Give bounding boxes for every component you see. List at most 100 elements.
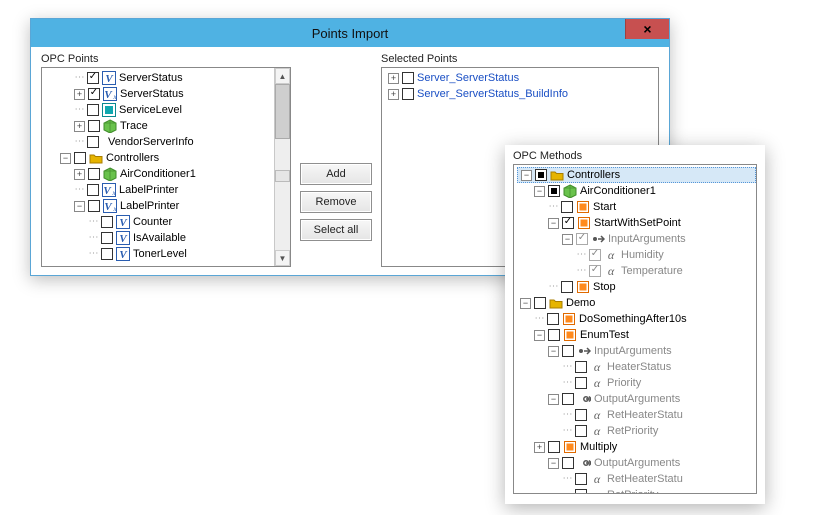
expander-icon[interactable]: −: [74, 201, 85, 212]
close-button[interactable]: ×: [625, 19, 669, 39]
checkbox[interactable]: [562, 393, 574, 405]
checkbox[interactable]: [589, 265, 601, 277]
tree-row[interactable]: ⋯ DoSomethingAfter10s: [518, 311, 756, 327]
expander-icon[interactable]: −: [548, 394, 559, 405]
expander-icon[interactable]: +: [388, 89, 399, 100]
opc-points-tree[interactable]: ⋯ ServerStatus + ServerStatus: [41, 67, 291, 267]
tree-row[interactable]: − Controllers: [517, 167, 756, 183]
checkbox[interactable]: [534, 297, 546, 309]
checkbox[interactable]: [87, 104, 99, 116]
checkbox[interactable]: [547, 313, 559, 325]
checkbox[interactable]: [575, 473, 587, 485]
expander-icon[interactable]: −: [562, 234, 573, 245]
checkbox[interactable]: [575, 489, 587, 493]
expander-icon[interactable]: −: [548, 346, 559, 357]
expander-icon[interactable]: +: [74, 169, 85, 180]
checkbox[interactable]: [101, 248, 113, 260]
tree-row[interactable]: + Server_ServerStatus: [386, 70, 658, 86]
tree-row[interactable]: ⋯ ServiceLevel: [46, 102, 274, 118]
expander-icon[interactable]: −: [534, 330, 545, 341]
expander-icon[interactable]: −: [534, 186, 545, 197]
expander-icon[interactable]: +: [74, 89, 85, 100]
checkbox[interactable]: [87, 136, 99, 148]
checkbox[interactable]: [575, 409, 587, 421]
checkbox[interactable]: [548, 329, 560, 341]
remove-button[interactable]: Remove: [300, 191, 372, 213]
tree-row[interactable]: + Trace: [46, 118, 274, 134]
tree-row[interactable]: − InputArguments: [518, 343, 756, 359]
tree-row[interactable]: ⋯ Counter: [46, 214, 274, 230]
tree-item-label: Server_ServerStatus_BuildInfo: [417, 86, 568, 102]
expander-icon[interactable]: +: [388, 73, 399, 84]
tree-row[interactable]: ⋯ Humidity: [518, 247, 756, 263]
tree-row[interactable]: ⋯ HeaterStatus: [518, 359, 756, 375]
checkbox[interactable]: [402, 88, 414, 100]
tree-row[interactable]: − EnumTest: [518, 327, 756, 343]
tree-row[interactable]: ⋯ RetPriority: [518, 487, 756, 493]
checkbox[interactable]: [88, 168, 100, 180]
tree-row[interactable]: ⋯ Start: [518, 199, 756, 215]
checkbox[interactable]: [575, 361, 587, 373]
tree-row[interactable]: − AirConditioner1: [518, 183, 756, 199]
tree-row[interactable]: ⋯ Temperature: [518, 263, 756, 279]
checkbox[interactable]: [589, 249, 601, 261]
scroll-down-icon[interactable]: ▼: [275, 250, 290, 266]
checkbox[interactable]: [87, 184, 99, 196]
tree-row[interactable]: ⋯ IsAvailable: [46, 230, 274, 246]
tree-row[interactable]: ⋯ LabelPrinter: [46, 182, 274, 198]
checkbox[interactable]: [88, 200, 100, 212]
checkbox[interactable]: [74, 152, 86, 164]
checkbox[interactable]: [575, 377, 587, 389]
checkbox[interactable]: [87, 72, 99, 84]
tree-row[interactable]: ⋯ Stop: [518, 279, 756, 295]
checkbox[interactable]: [101, 216, 113, 228]
checkbox[interactable]: [535, 169, 547, 181]
checkbox[interactable]: [88, 120, 100, 132]
opc-methods-tree[interactable]: − Controllers − AirConditioner1 ⋯ Start: [513, 164, 757, 494]
expander-icon[interactable]: −: [548, 458, 559, 469]
scrollbar[interactable]: ▲ ▼: [274, 68, 290, 266]
checkbox[interactable]: [402, 72, 414, 84]
tree-row[interactable]: − Controllers: [46, 150, 274, 166]
titlebar[interactable]: Points Import ×: [31, 19, 669, 47]
checkbox[interactable]: [562, 345, 574, 357]
checkbox[interactable]: [562, 217, 574, 229]
expander-icon[interactable]: +: [74, 121, 85, 132]
expander-icon[interactable]: −: [521, 170, 532, 181]
checkbox[interactable]: [548, 185, 560, 197]
tree-row[interactable]: − InputArguments: [518, 231, 756, 247]
expander-icon[interactable]: −: [548, 218, 559, 229]
checkbox[interactable]: [576, 233, 588, 245]
tree-row[interactable]: ⋯ VendorServerInfo: [46, 134, 274, 150]
tree-row[interactable]: + AirConditioner1: [46, 166, 274, 182]
tree-row[interactable]: − OutputArguments: [518, 455, 756, 471]
scroll-up-icon[interactable]: ▲: [275, 68, 290, 84]
tree-row[interactable]: ⋯ TonerLevel: [46, 246, 274, 262]
checkbox[interactable]: [562, 457, 574, 469]
tree-row[interactable]: − StartWithSetPoint: [518, 215, 756, 231]
tree-row[interactable]: + ServerStatus: [46, 86, 274, 102]
tree-row[interactable]: + Multiply: [518, 439, 756, 455]
tree-row[interactable]: ⋯ RetHeaterStatu: [518, 407, 756, 423]
tree-row[interactable]: − OutputArguments: [518, 391, 756, 407]
checkbox[interactable]: [548, 441, 560, 453]
expander-icon[interactable]: −: [520, 298, 531, 309]
add-button[interactable]: Add: [300, 163, 372, 185]
checkbox[interactable]: [561, 281, 573, 293]
tree-row[interactable]: − Demo: [518, 295, 756, 311]
tree-row[interactable]: ⋯ RetPriority: [518, 423, 756, 439]
checkbox[interactable]: [88, 88, 100, 100]
expander-icon[interactable]: −: [60, 153, 71, 164]
tree-row[interactable]: ⋯ RetHeaterStatu: [518, 471, 756, 487]
scroll-track[interactable]: [275, 84, 290, 250]
tree-row[interactable]: ⋯ ServerStatus: [46, 70, 274, 86]
expander-icon[interactable]: +: [534, 442, 545, 453]
checkbox[interactable]: [561, 201, 573, 213]
checkbox[interactable]: [575, 425, 587, 437]
scroll-thumb[interactable]: [275, 84, 290, 139]
tree-row[interactable]: − LabelPrinter: [46, 198, 274, 214]
tree-row[interactable]: ⋯ Priority: [518, 375, 756, 391]
tree-row[interactable]: + Server_ServerStatus_BuildInfo: [386, 86, 658, 102]
select-all-button[interactable]: Select all: [300, 219, 372, 241]
checkbox[interactable]: [101, 232, 113, 244]
